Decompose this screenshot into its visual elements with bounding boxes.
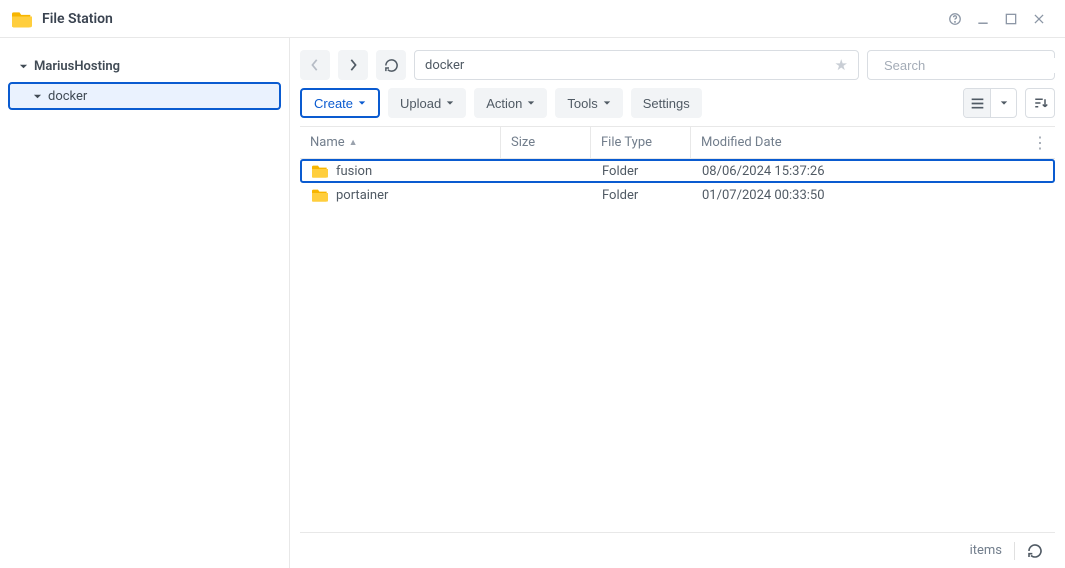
table-body: fusion Folder 08/06/2024 15:37:26 portai… bbox=[300, 159, 1055, 207]
search-box[interactable] bbox=[867, 50, 1055, 80]
tree-item-label: docker bbox=[48, 89, 87, 104]
back-button[interactable] bbox=[300, 50, 330, 80]
list-view-button[interactable] bbox=[964, 89, 990, 117]
path-bar[interactable]: docker ★ bbox=[414, 50, 859, 80]
maximize-button[interactable] bbox=[997, 5, 1025, 33]
help-button[interactable] bbox=[941, 5, 969, 33]
action-label: Action bbox=[486, 96, 522, 111]
tree-root-label: MariusHosting bbox=[34, 59, 120, 74]
favorite-star-icon[interactable]: ★ bbox=[835, 56, 848, 74]
tree-root[interactable]: MariusHosting bbox=[8, 52, 281, 80]
table-header: Name ▲ Size File Type Modified Date ⋮ bbox=[300, 127, 1055, 159]
settings-label: Settings bbox=[643, 96, 690, 111]
action-button[interactable]: Action bbox=[474, 88, 547, 118]
tools-button[interactable]: Tools bbox=[555, 88, 622, 118]
column-header-type[interactable]: File Type bbox=[590, 127, 690, 158]
cell-type: Folder bbox=[592, 164, 692, 179]
caret-down-icon bbox=[16, 59, 30, 73]
chevron-down-icon bbox=[446, 99, 454, 107]
folder-icon bbox=[312, 188, 328, 202]
file-table: Name ▲ Size File Type Modified Date ⋮ fu… bbox=[300, 126, 1055, 568]
cell-modified: 08/06/2024 15:37:26 bbox=[692, 164, 1043, 179]
titlebar: File Station bbox=[0, 0, 1065, 38]
minimize-button[interactable] bbox=[969, 5, 997, 33]
status-bar: items bbox=[300, 532, 1055, 568]
settings-button[interactable]: Settings bbox=[631, 88, 702, 118]
action-row: Create Upload Action Tools Settings bbox=[300, 88, 1055, 118]
cell-name: fusion bbox=[336, 164, 372, 179]
main-panel: docker ★ Create Upload Action bbox=[290, 38, 1065, 568]
items-label: items bbox=[970, 543, 1002, 558]
chevron-down-icon bbox=[358, 99, 366, 107]
column-header-modified[interactable]: Modified Date bbox=[690, 127, 1045, 158]
upload-button[interactable]: Upload bbox=[388, 88, 466, 118]
forward-button[interactable] bbox=[338, 50, 368, 80]
divider bbox=[1014, 542, 1015, 560]
footer-reload-button[interactable] bbox=[1027, 543, 1043, 559]
nav-row: docker ★ bbox=[300, 50, 1055, 80]
table-row[interactable]: portainer Folder 01/07/2024 00:33:50 bbox=[300, 183, 1055, 207]
path-value: docker bbox=[425, 58, 464, 73]
tree-item-docker[interactable]: docker bbox=[8, 82, 281, 110]
caret-down-icon bbox=[30, 89, 44, 103]
column-header-name[interactable]: Name ▲ bbox=[300, 135, 500, 150]
cell-modified: 01/07/2024 00:33:50 bbox=[692, 188, 1043, 203]
table-row[interactable]: fusion Folder 08/06/2024 15:37:26 bbox=[300, 159, 1055, 183]
chevron-down-icon bbox=[527, 99, 535, 107]
tools-label: Tools bbox=[567, 96, 597, 111]
sort-asc-icon: ▲ bbox=[349, 137, 358, 148]
search-input[interactable] bbox=[884, 58, 1060, 73]
chevron-down-icon bbox=[603, 99, 611, 107]
reload-button[interactable] bbox=[376, 50, 406, 80]
column-header-size[interactable]: Size bbox=[500, 127, 590, 158]
sidebar: MariusHosting docker bbox=[0, 38, 290, 568]
view-mode-dropdown[interactable] bbox=[990, 89, 1016, 117]
folder-icon bbox=[312, 164, 328, 178]
sort-button[interactable] bbox=[1025, 88, 1055, 118]
app-icon bbox=[12, 9, 32, 29]
create-label: Create bbox=[314, 96, 353, 111]
create-button[interactable]: Create bbox=[300, 88, 380, 118]
view-mode-combo bbox=[963, 88, 1017, 118]
cell-name: portainer bbox=[336, 188, 388, 203]
cell-type: Folder bbox=[592, 188, 692, 203]
upload-label: Upload bbox=[400, 96, 441, 111]
column-menu-icon[interactable]: ⋮ bbox=[1032, 133, 1047, 152]
close-button[interactable] bbox=[1025, 5, 1053, 33]
window-title: File Station bbox=[42, 11, 941, 27]
